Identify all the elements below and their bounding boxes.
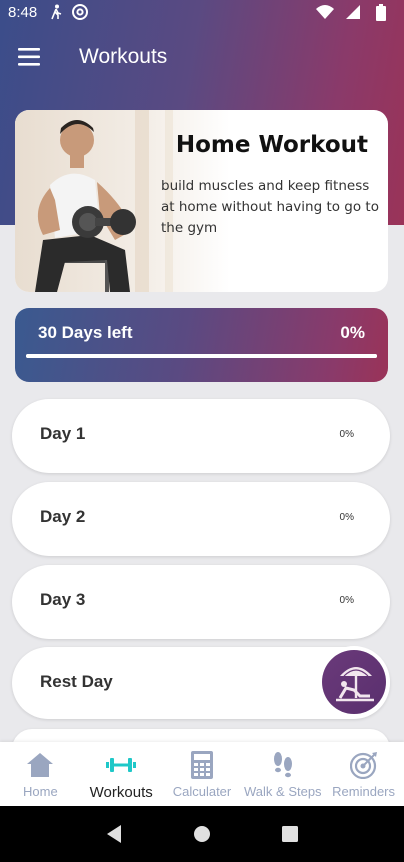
nav-item-reminders[interactable]: Reminders [323,742,404,806]
nav-label: Home [23,784,58,799]
walk-icon [47,3,65,21]
home-icon [25,750,55,780]
day-percent: 0% [339,595,354,606]
day-percent: 0% [339,512,354,523]
hero-title: Home Workout [175,132,368,158]
day-item-1[interactable]: Day 1 0% [12,399,390,473]
system-navigation-bar [0,806,404,862]
nav-item-calculator[interactable]: Calculater [162,742,243,806]
program-progress-card: 30 Days left 0% [15,308,388,382]
nav-label: Calculater [172,784,232,799]
back-icon[interactable] [99,819,129,849]
home-circle-icon[interactable] [187,819,217,849]
home-workout-card[interactable]: Home Workout build muscles and keep fitn… [15,110,388,292]
page-title: Workouts [79,45,168,68]
nav-label: Reminders [332,784,396,799]
nav-item-walk-steps[interactable]: Walk & Steps [242,742,323,806]
wifi-icon [316,3,334,21]
day-item-3[interactable]: Day 3 0% [12,565,390,639]
nav-label: Workouts [89,784,153,801]
signal-icon [344,3,362,21]
day-percent: 0% [339,429,354,440]
day-label: Day 1 [40,424,86,443]
hero-description: build muscles and keep fitness at home w… [161,178,379,236]
target-icon [349,750,379,780]
status-bar: 8:48 [0,0,404,24]
progress-percent: 0% [340,323,365,342]
battery-icon [372,3,390,21]
hamburger-menu-icon[interactable] [2,29,58,85]
bottom-navigation: Home Workouts Calculater Walk & Steps Re… [0,742,404,806]
at-sign-icon [71,3,89,21]
app-toolbar: Workouts [0,24,404,90]
status-time: 8:48 [8,3,38,21]
footsteps-icon [268,750,298,780]
calculator-icon [187,750,217,780]
day-label: Rest Day [40,672,113,691]
day-item-2[interactable]: Day 2 0% [12,482,390,556]
recents-square-icon[interactable] [275,819,305,849]
beach-umbrella-icon [322,650,386,714]
dumbbell-icon [106,750,137,780]
progress-bar-fill [26,354,377,358]
day-label: Day 2 [40,507,86,526]
nav-label: Walk & Steps [244,784,322,799]
day-label: Day 3 [40,590,86,609]
nav-item-workouts[interactable]: Workouts [81,742,162,806]
nav-item-home[interactable]: Home [0,742,81,806]
progress-bar [26,354,377,358]
days-left-label: 30 Days left [38,323,133,342]
